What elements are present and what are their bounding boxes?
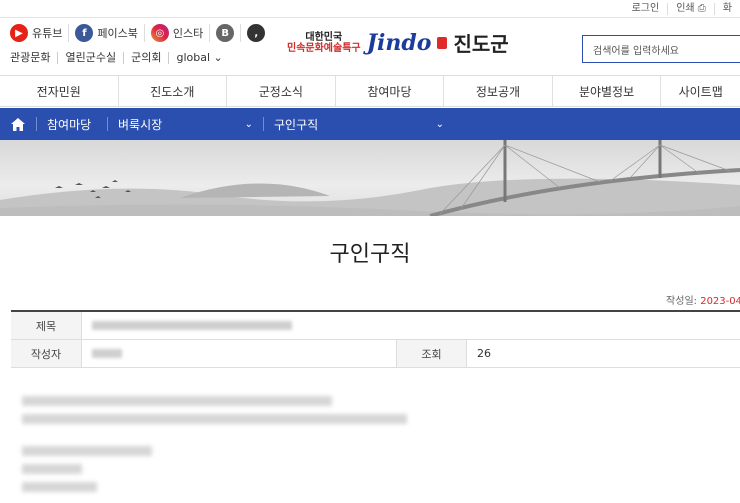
home-icon <box>11 117 25 131</box>
home-button[interactable] <box>0 108 36 140</box>
views-label: 조회 <box>396 340 466 367</box>
nav-item-participation[interactable]: 참여마당 <box>334 76 444 106</box>
login-link[interactable]: 로그인 <box>624 3 668 15</box>
blog-link[interactable]: B <box>216 24 242 42</box>
chevron-down-icon: ⌄ <box>435 118 444 130</box>
subject-label: 제목 <box>11 312 81 339</box>
logo-name: 진도군 <box>453 32 509 56</box>
quick-links: 관광문화 열린군수실 군의회 global ⌄ <box>10 52 230 64</box>
post-info-table: 제목 작성자 조회 26 <box>11 310 740 368</box>
chevron-down-icon: ⌄ <box>244 118 253 130</box>
redacted-text <box>22 446 152 456</box>
quick-link-tourism[interactable]: 관광문화 <box>10 52 57 64</box>
views-value: 26 <box>466 340 740 367</box>
bridge-landscape-image <box>0 140 740 216</box>
print-link[interactable]: 인쇄 ⎙ <box>667 3 714 15</box>
breadcrumb-jobs[interactable]: 구인구직 ⌄ <box>264 108 454 140</box>
zoom-link[interactable]: 화 <box>713 3 740 15</box>
table-row: 제목 <box>11 312 740 340</box>
nav-item-field-info[interactable]: 분야별정보 <box>551 76 661 106</box>
utility-bar: 로그인 인쇄 ⎙ 화 <box>0 0 740 18</box>
page-banner <box>0 140 740 216</box>
blog-icon: B <box>216 24 235 42</box>
chevron-down-icon: ⌄ <box>213 51 223 64</box>
quick-link-council[interactable]: 군의회 <box>123 52 168 64</box>
redacted-text <box>22 414 407 424</box>
subject-value <box>81 312 740 339</box>
table-row: 작성자 조회 26 <box>11 340 740 368</box>
redacted-text <box>22 482 97 492</box>
logo-tagline: 대한민국 민속문화예술특구 <box>287 31 361 54</box>
nav-item-civil[interactable]: 전자민원 <box>0 76 118 106</box>
breadcrumb-participation[interactable]: 참여마당 <box>37 108 107 140</box>
nav-item-sitemap[interactable]: 사이트맵 <box>660 76 740 106</box>
redacted-text <box>92 321 292 330</box>
author-label: 작성자 <box>11 340 81 367</box>
sns-links: ▶ 유튜브 f 페이스북 ◎ 인스타 B , <box>10 24 271 42</box>
instagram-link[interactable]: ◎ 인스타 <box>150 24 211 42</box>
author-value <box>81 340 396 367</box>
post-date: 작성일: 2023-04 <box>666 296 740 307</box>
nav-item-news[interactable]: 군정소식 <box>226 76 335 106</box>
kakao-link[interactable]: , <box>247 24 271 42</box>
redacted-text <box>92 349 122 358</box>
site-logo[interactable]: 대한민국 민속문화예술특구 Jindo 진도군 <box>287 28 509 57</box>
redacted-text <box>22 464 82 474</box>
instagram-icon: ◎ <box>150 24 169 42</box>
nav-item-disclosure[interactable]: 정보공개 <box>443 76 552 106</box>
logo-brand: Jindo <box>366 29 432 56</box>
kakao-icon: , <box>247 24 266 42</box>
youtube-link[interactable]: ▶ 유튜브 <box>10 24 70 42</box>
post-content <box>22 396 407 500</box>
search-input[interactable]: 검색어를 입력하세요 <box>582 35 740 63</box>
facebook-icon: f <box>75 24 94 42</box>
nav-item-intro[interactable]: 진도소개 <box>117 76 227 106</box>
main-nav: 전자민원 진도소개 군정소식 참여마당 정보공개 분야별정보 사이트맵 <box>0 75 740 107</box>
page-title: 구인구직 <box>329 242 411 267</box>
youtube-icon: ▶ <box>10 24 28 42</box>
global-select[interactable]: global ⌄ <box>168 52 229 64</box>
logo-mark-icon <box>437 36 448 49</box>
redacted-text <box>22 396 332 406</box>
header: ▶ 유튜브 f 페이스북 ◎ 인스타 B , 관광문화 열린군수실 군의회 gl… <box>0 18 740 75</box>
utility-links: 로그인 인쇄 ⎙ 화 <box>624 0 740 18</box>
quick-link-mayor[interactable]: 열린군수실 <box>57 52 123 64</box>
breadcrumb-flea-market[interactable]: 벼룩시장 ⌄ <box>108 108 263 140</box>
breadcrumb: 참여마당 벼룩시장 ⌄ 구인구직 ⌄ <box>0 108 740 140</box>
facebook-link[interactable]: f 페이스북 <box>75 24 145 42</box>
